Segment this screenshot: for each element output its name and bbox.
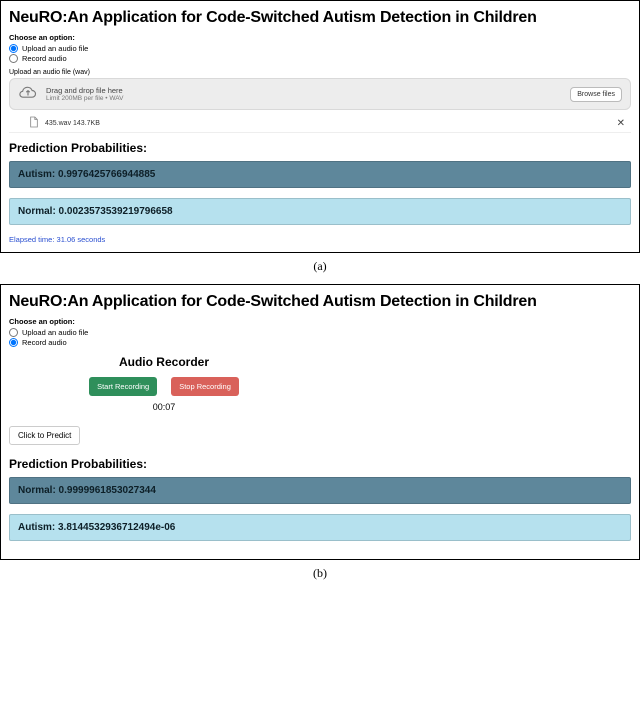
uploaded-file-name: 435.wav 143.7KB xyxy=(45,120,100,127)
probability-bar-secondary: Autism: 3.8144532936712494e-06 xyxy=(9,514,631,541)
stop-recording-button[interactable]: Stop Recording xyxy=(171,377,239,396)
browse-files-button[interactable]: Browse files xyxy=(570,87,622,102)
caption-a: (a) xyxy=(0,259,640,274)
file-icon xyxy=(29,116,39,130)
audio-recorder: Audio Recorder Start Recording Stop Reco… xyxy=(49,355,279,412)
radio-record-label: Record audio xyxy=(22,338,67,347)
radio-upload-row[interactable]: Upload an audio file xyxy=(9,328,631,337)
uploaded-file-row: 435.wav 143.7KB ✕ xyxy=(9,112,631,133)
remove-file-button[interactable]: ✕ xyxy=(617,118,625,129)
radio-record-row[interactable]: Record audio xyxy=(9,338,631,347)
recording-timer: 00:07 xyxy=(49,402,279,412)
probability-bar-primary: Autism: 0.9976425766944885 xyxy=(9,161,631,188)
panel-b: NeuRO:An Application for Code-Switched A… xyxy=(0,284,640,560)
cloud-upload-icon xyxy=(18,85,38,103)
radio-upload[interactable] xyxy=(9,44,18,53)
upload-hint: Upload an audio file (wav) xyxy=(9,69,631,76)
app-title: NeuRO:An Application for Code-Switched A… xyxy=(9,9,631,27)
choose-option-label: Choose an option: xyxy=(9,33,631,42)
elapsed-time: Elapsed time: 31.06 seconds xyxy=(9,235,631,244)
radio-record-label: Record audio xyxy=(22,54,67,63)
radio-record-row[interactable]: Record audio xyxy=(9,54,631,63)
radio-record[interactable] xyxy=(9,338,18,347)
radio-upload-label: Upload an audio file xyxy=(22,328,88,337)
radio-upload-row[interactable]: Upload an audio file xyxy=(9,44,631,53)
radio-upload-label: Upload an audio file xyxy=(22,44,88,53)
predict-button[interactable]: Click to Predict xyxy=(9,426,80,445)
choose-option-label: Choose an option: xyxy=(9,317,631,326)
prediction-heading: Prediction Probabilities: xyxy=(9,457,631,471)
app-title: NeuRO:An Application for Code-Switched A… xyxy=(9,293,631,311)
file-dropzone[interactable]: Drag and drop file here Limit 200MB per … xyxy=(9,78,631,110)
probability-bar-primary: Normal: 0.9999961853027344 xyxy=(9,477,631,504)
dropzone-subtext: Limit 200MB per file • WAV xyxy=(46,95,123,102)
prediction-heading: Prediction Probabilities: xyxy=(9,141,631,155)
probability-bar-secondary: Normal: 0.0023573539219796658 xyxy=(9,198,631,225)
panel-a: NeuRO:An Application for Code-Switched A… xyxy=(0,0,640,253)
radio-record[interactable] xyxy=(9,54,18,63)
caption-b: (b) xyxy=(0,566,640,581)
dropzone-text: Drag and drop file here xyxy=(46,86,123,95)
recorder-title: Audio Recorder xyxy=(49,355,279,369)
radio-upload[interactable] xyxy=(9,328,18,337)
start-recording-button[interactable]: Start Recording xyxy=(89,377,157,396)
